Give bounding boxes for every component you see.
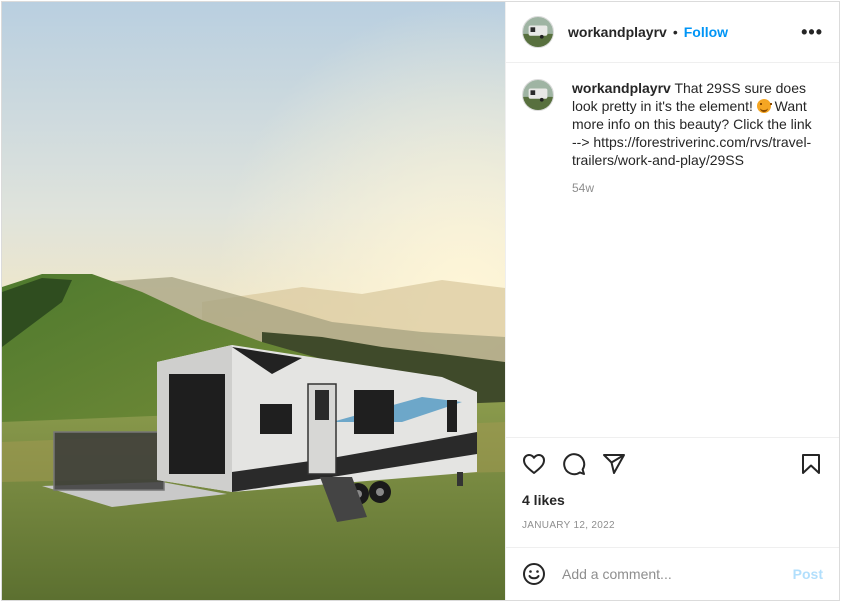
account-username[interactable]: workandplayrv [568,24,667,40]
avatar-image [523,80,553,110]
share-icon[interactable] [602,452,626,476]
comment-icon[interactable] [562,452,586,476]
avatar[interactable] [522,16,554,48]
caption-time-ago[interactable]: 54w [572,179,812,197]
bookmark-icon[interactable] [799,452,823,476]
caption-text: workandplayrv That 29SS sure does look p… [572,79,812,197]
post-comment-button[interactable]: Post [793,566,823,582]
comment-input[interactable] [562,566,793,582]
separator-dot: • [672,24,678,40]
action-bar [522,438,823,490]
follow-button[interactable]: Follow [684,24,728,40]
post-date: JANUARY 12, 2022 [522,520,615,531]
likes-count[interactable]: 4 likes [522,492,823,508]
caption-username[interactable]: workandplayrv [572,80,671,96]
post-sidebar: workandplayrv • Follow ••• workandplayrv [505,2,839,600]
post-image[interactable] [2,2,505,600]
caption: workandplayrv That 29SS sure does look p… [522,79,823,197]
emoji-icon[interactable] [522,562,546,586]
comments-section: workandplayrv That 29SS sure does look p… [506,63,839,437]
post-card: workandplayrv • Follow ••• workandplayrv [1,1,840,601]
heart-icon[interactable] [522,452,546,476]
caption-avatar[interactable] [522,79,554,111]
action-section: 4 likes JANUARY 12, 2022 [506,437,839,547]
avatar-image [523,17,553,47]
post-header: workandplayrv • Follow ••• [506,2,839,63]
smiling-face-emoji-icon [756,99,772,113]
more-horizontal-icon[interactable]: ••• [801,22,823,43]
rv-photo [2,2,505,600]
comment-bar: Post [506,547,839,600]
